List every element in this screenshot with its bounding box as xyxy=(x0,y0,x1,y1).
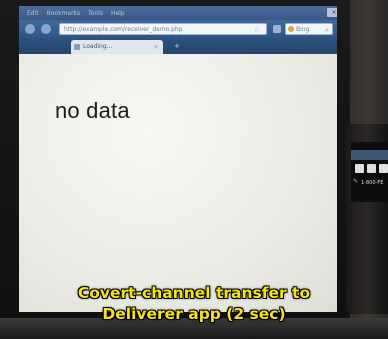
forward-icon[interactable] xyxy=(41,24,51,34)
star-icon[interactable]: ☆ xyxy=(254,24,260,34)
search-box-placeholder: Bing xyxy=(296,26,310,33)
address-bar-url: http://example.com/receiver_demo.php xyxy=(64,26,183,33)
menu-item-bookmarks[interactable]: Bookmarks xyxy=(47,10,81,17)
address-bar[interactable]: http://example.com/receiver_demo.php ☆ xyxy=(59,23,267,35)
phone-number-text: 1-800-FE xyxy=(361,180,384,186)
search-engine-icon xyxy=(288,26,294,32)
pen-icon: ✎ xyxy=(353,179,359,185)
favicon-icon xyxy=(74,44,80,50)
back-icon[interactable] xyxy=(25,24,35,34)
phone-app-icon xyxy=(355,164,364,173)
browser-tabbar: Loading... × + xyxy=(19,38,337,54)
no-data-message: no data xyxy=(55,98,130,123)
caption-line-2: Deliverer app (2 sec) xyxy=(102,305,286,323)
phone-screen: ✎ 1-800-FE xyxy=(351,142,388,202)
window-close-icon[interactable]: × xyxy=(327,8,337,17)
page-content: no data xyxy=(19,54,337,312)
search-icon[interactable]: ⌕ xyxy=(325,24,329,36)
phone-app-icon xyxy=(367,164,376,173)
new-tab-icon[interactable]: + xyxy=(171,40,183,52)
phone-app-icon xyxy=(379,164,388,173)
menu-item-help[interactable]: Help xyxy=(111,10,125,17)
browser-menubar: Edit Bookmarks Tools Help × xyxy=(19,6,337,20)
video-caption: Covert-channel transfer to Deliverer app… xyxy=(0,283,388,325)
browser-tab[interactable]: Loading... × xyxy=(71,40,163,54)
menu-item-edit[interactable]: Edit xyxy=(27,10,39,17)
phone-status-bar xyxy=(351,150,388,160)
video-frame: Edit Bookmarks Tools Help × http://examp… xyxy=(0,0,388,339)
go-icon[interactable] xyxy=(273,25,281,33)
browser-navbar: http://example.com/receiver_demo.php ☆ B… xyxy=(19,20,337,38)
search-box[interactable]: Bing ⌕ xyxy=(285,23,333,35)
monitor-screen: Edit Bookmarks Tools Help × http://examp… xyxy=(19,6,337,312)
tab-title: Loading... xyxy=(83,43,113,50)
menu-item-tools[interactable]: Tools xyxy=(88,10,103,17)
caption-line-1: Covert-channel transfer to xyxy=(77,284,311,302)
tab-close-icon[interactable]: × xyxy=(153,40,159,54)
